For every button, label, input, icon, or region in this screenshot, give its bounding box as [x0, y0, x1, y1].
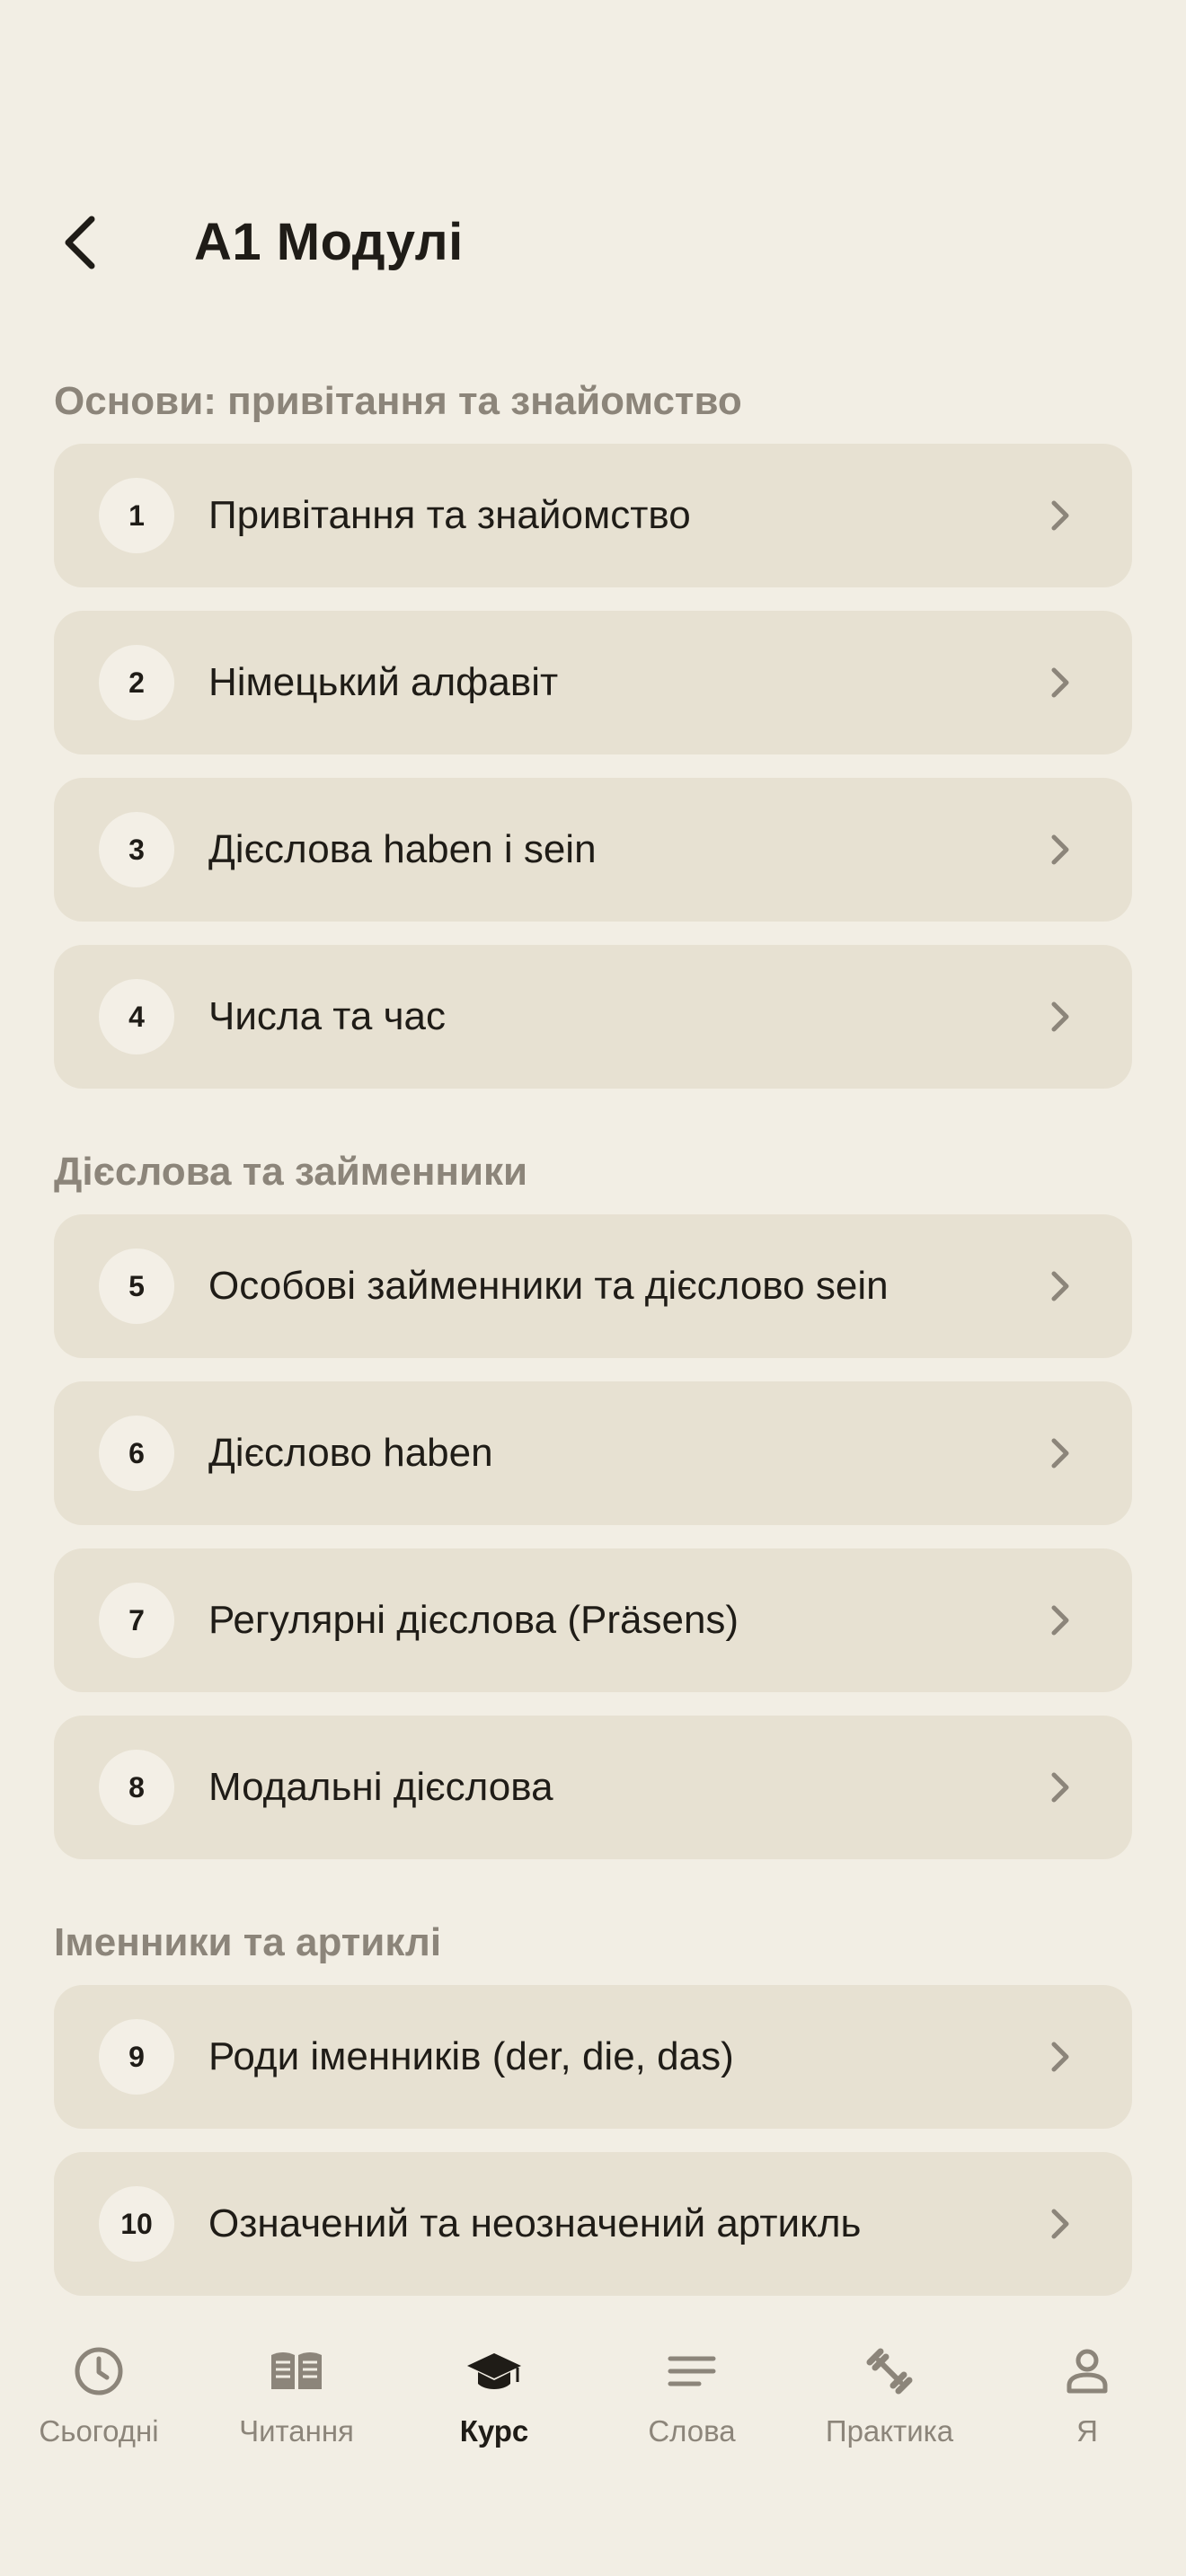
chevron-right-icon [1051, 667, 1069, 698]
module-number: 7 [99, 1583, 174, 1658]
tab-bar: Сьогодні Читання Курс Слова Практика Я [0, 2317, 1186, 2479]
module-title: Роди іменників (der, die, das) [208, 2034, 734, 2078]
graduation-cap-icon [467, 2353, 521, 2389]
section-verbs-pronouns: Дієслова та займенники 5 Особові займенн… [54, 1130, 1132, 1859]
module-title: Означений та неозначений артикль [208, 2201, 862, 2245]
person-icon [1067, 2349, 1108, 2394]
module-number: 10 [99, 2186, 174, 2262]
module-title: Модальні дієслова [208, 1765, 553, 1809]
tab-label: Читання [239, 2414, 354, 2448]
back-button[interactable] [45, 207, 117, 278]
tab-reading[interactable]: Читання [198, 2317, 395, 2479]
tab-practice[interactable]: Практика [791, 2317, 988, 2479]
tab-label: Сьогодні [39, 2414, 159, 2448]
module-title: Регулярні дієслова (Präsens) [208, 1598, 739, 1642]
module-number: 8 [99, 1750, 174, 1825]
module-item[interactable]: 8 Модальні дієслова [54, 1716, 1132, 1859]
module-number: 5 [99, 1248, 174, 1324]
module-number: 3 [99, 812, 174, 887]
module-title: Особові займенники та дієслово sein [208, 1264, 889, 1308]
page-title: A1 Модулі [194, 213, 464, 271]
module-item[interactable]: 6 Дієслово haben [54, 1381, 1132, 1525]
module-title: Дієслова haben і sein [208, 827, 597, 871]
module-list: Основи: привітання та знайомство 1 Приві… [54, 359, 1132, 2319]
tab-words[interactable]: Слова [593, 2317, 791, 2479]
section-basics: Основи: привітання та знайомство 1 Приві… [54, 359, 1132, 1089]
module-item[interactable]: 2 Німецький алфавіт [54, 611, 1132, 754]
section-title: Іменники та артиклі [54, 1920, 442, 1964]
book-icon [271, 2352, 322, 2389]
tab-today[interactable]: Сьогодні [0, 2317, 198, 2479]
chevron-right-icon [1051, 1605, 1069, 1636]
dumbbell-icon [866, 2348, 913, 2395]
module-title: Дієслово haben [208, 1431, 493, 1475]
module-number: 9 [99, 2019, 174, 2095]
module-number: 2 [99, 645, 174, 720]
tab-course[interactable]: Курс [395, 2317, 593, 2479]
chevron-right-icon [1051, 2042, 1069, 2072]
module-item[interactable]: 9 Роди іменників (der, die, das) [54, 1985, 1132, 2129]
tab-me[interactable]: Я [988, 2317, 1186, 2479]
chevron-right-icon [1051, 1438, 1069, 1469]
module-item[interactable]: 1 Привітання та знайомство [54, 444, 1132, 587]
module-item[interactable]: 4 Числа та час [54, 945, 1132, 1089]
module-title: Німецький алфавіт [208, 660, 559, 704]
section-title: Основи: привітання та знайомство [54, 379, 742, 423]
tab-label: Слова [648, 2414, 736, 2448]
module-number: 1 [99, 478, 174, 553]
lines-icon [668, 2356, 716, 2386]
chevron-left-icon [65, 216, 95, 269]
section-nouns-articles: Іменники та артиклі 9 Роди іменників (de… [54, 1901, 1132, 2296]
chevron-right-icon [1051, 2209, 1069, 2239]
module-item[interactable]: 5 Особові займенники та дієслово sein [54, 1214, 1132, 1358]
header: A1 Модулі [0, 180, 1186, 305]
tab-label: Практика [825, 2414, 954, 2448]
module-title: Числа та час [208, 994, 447, 1038]
section-title: Дієслова та займенники [54, 1150, 528, 1194]
module-item[interactable]: 3 Дієслова haben і sein [54, 778, 1132, 922]
chevron-right-icon [1051, 1271, 1069, 1301]
module-title: Привітання та знайомство [208, 493, 691, 537]
tab-label: Я [1076, 2414, 1098, 2448]
chevron-right-icon [1051, 1772, 1069, 1803]
chevron-right-icon [1051, 1001, 1069, 1032]
module-item[interactable]: 10 Означений та неозначений артикль [54, 2152, 1132, 2296]
module-number: 6 [99, 1416, 174, 1491]
chevron-right-icon [1051, 834, 1069, 865]
tab-label: Курс [459, 2414, 529, 2448]
clock-icon [75, 2347, 123, 2395]
module-number: 4 [99, 979, 174, 1054]
chevron-right-icon [1051, 500, 1069, 531]
module-item[interactable]: 7 Регулярні дієслова (Präsens) [54, 1548, 1132, 1692]
